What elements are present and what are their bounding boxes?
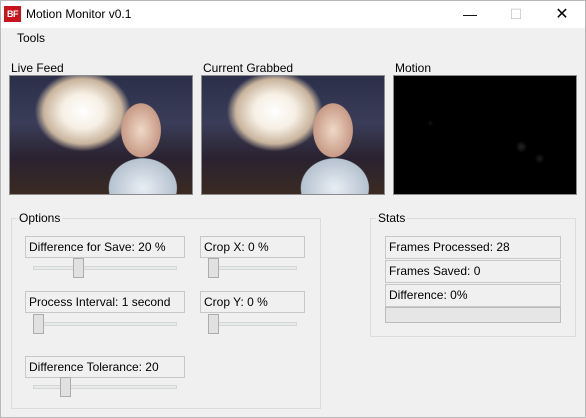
crop-y-slider[interactable] — [208, 314, 219, 334]
process-interval-track[interactable] — [33, 322, 177, 326]
process-interval-label: Process Interval: 1 second — [25, 291, 185, 313]
frames-saved-label: Frames Saved: 0 — [385, 260, 561, 283]
window-title: Motion Monitor v0.1 — [26, 7, 132, 21]
current-grabbed-label: Current Grabbed — [203, 61, 294, 75]
minimize-button[interactable]: — — [447, 1, 493, 28]
difference-label: Difference: 0% — [385, 284, 561, 307]
menu-tools[interactable]: Tools — [11, 30, 51, 46]
crop-x-track[interactable] — [208, 266, 297, 270]
difference-for-save-label: Difference for Save: 20 % — [25, 236, 185, 258]
motion-noise — [394, 76, 576, 194]
live-feed-label: Live Feed — [11, 61, 64, 75]
current-grabbed-image — [201, 75, 385, 195]
title-bar[interactable]: BF Motion Monitor v0.1 — ☐ ✕ — [1, 1, 585, 28]
close-button[interactable]: ✕ — [539, 1, 585, 28]
difference-tolerance-slider[interactable] — [59, 377, 71, 397]
motion-label: Motion — [395, 61, 432, 75]
options-title: Options — [17, 211, 63, 225]
frames-processed-label: Frames Processed: 28 — [385, 236, 561, 259]
difference-for-save-track[interactable] — [33, 266, 177, 270]
process-interval-slider[interactable] — [33, 314, 44, 334]
motion-image — [393, 75, 577, 195]
difference-tolerance-label: Difference Tolerance: 20 — [25, 356, 185, 378]
crop-y-track[interactable] — [208, 322, 297, 326]
crop-x-label: Crop X: 0 % — [200, 236, 305, 258]
menu-bar: Tools — [1, 28, 585, 49]
difference-for-save-slider[interactable] — [72, 258, 84, 278]
live-feed-image — [9, 75, 193, 195]
stats-title: Stats — [376, 211, 408, 225]
crop-y-label: Crop Y: 0 % — [200, 291, 305, 313]
maximize-button[interactable]: ☐ — [493, 1, 539, 28]
difference-tolerance-track[interactable] — [33, 385, 177, 389]
crop-x-slider[interactable] — [208, 258, 219, 278]
difference-progress-bar — [385, 307, 561, 323]
app-icon: BF — [4, 6, 21, 22]
main-window: BF Motion Monitor v0.1 — ☐ ✕ Tools Live … — [0, 0, 586, 418]
